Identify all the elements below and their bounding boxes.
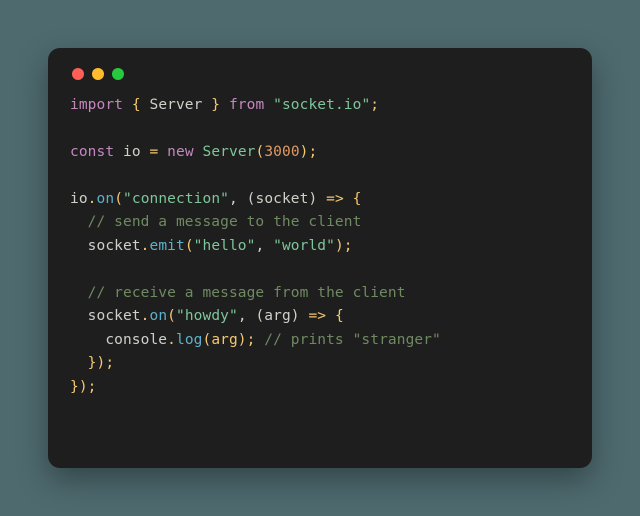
close-icon[interactable] — [72, 68, 84, 80]
keyword-from: from — [229, 97, 264, 113]
string-literal: "world" — [273, 238, 335, 254]
keyword-new: new — [167, 144, 194, 160]
code-block: import { Server } from "socket.io"; cons… — [70, 94, 570, 399]
keyword-import: import — [70, 97, 123, 113]
string-literal: "socket.io" — [273, 97, 370, 113]
zoom-icon[interactable] — [112, 68, 124, 80]
keyword-const: const — [70, 144, 114, 160]
minimize-icon[interactable] — [92, 68, 104, 80]
method-emit: emit — [149, 238, 184, 254]
method-on: on — [149, 308, 167, 324]
method-log: log — [176, 332, 203, 348]
method-on: on — [97, 191, 115, 207]
string-literal: "connection" — [123, 191, 229, 207]
window-titlebar — [70, 66, 570, 94]
code-window: import { Server } from "socket.io"; cons… — [48, 48, 592, 468]
string-literal: "hello" — [194, 238, 256, 254]
comment: // send a message to the client — [88, 214, 362, 230]
comment: // prints "stranger" — [264, 332, 441, 348]
class-name: Server — [203, 144, 256, 160]
number-literal: 3000 — [264, 144, 299, 160]
comment: // receive a message from the client — [88, 285, 406, 301]
string-literal: "howdy" — [176, 308, 238, 324]
